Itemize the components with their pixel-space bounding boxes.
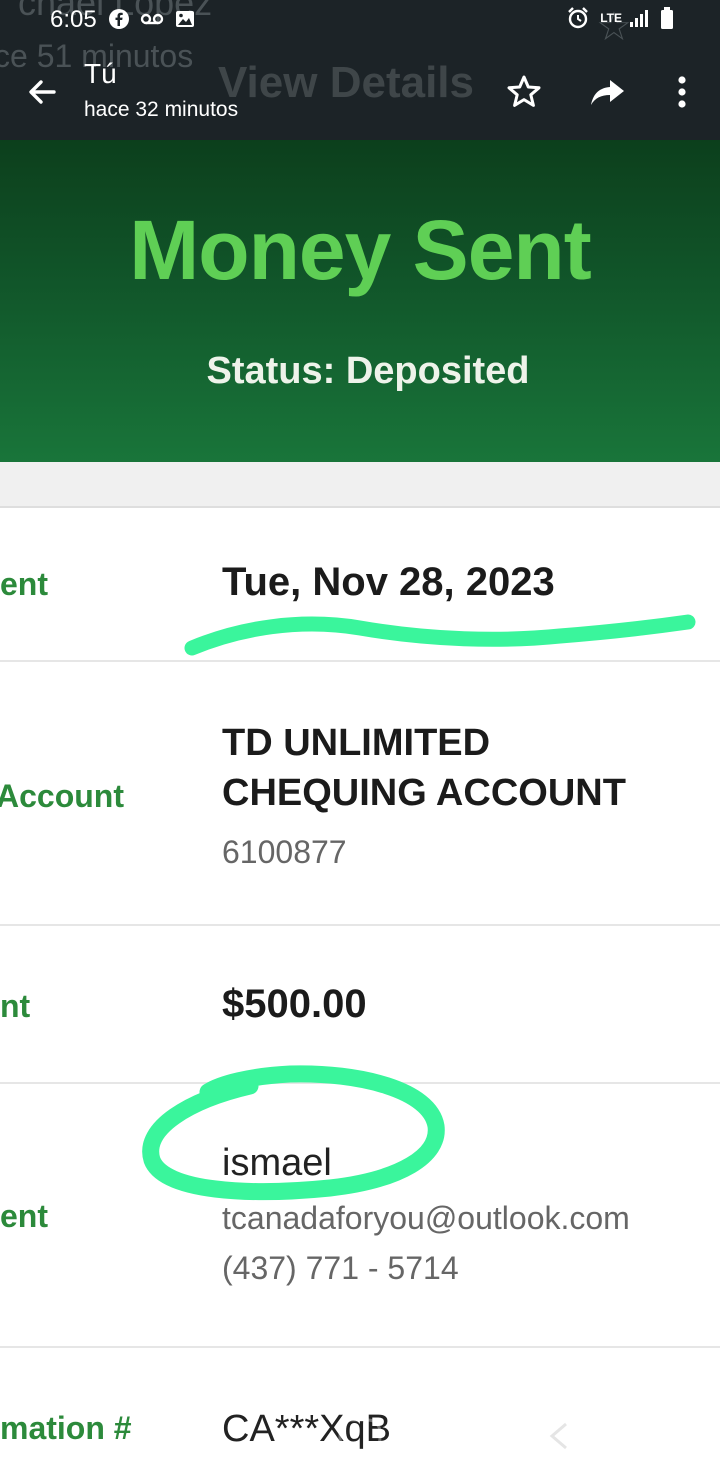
amount-label: nt — [0, 988, 31, 1024]
recipient-name: ismael — [222, 1142, 332, 1184]
date-label: ent — [0, 566, 48, 602]
account-number: 6100877 — [222, 834, 347, 870]
date-row: ent Tue, Nov 28, 2023 — [0, 508, 720, 662]
account-label: Account — [0, 778, 124, 814]
star-outline-icon — [507, 75, 541, 107]
voicemail-icon — [140, 13, 164, 25]
background-view-details: View Details — [218, 58, 474, 107]
app-bar: chael Lopez ce 51 minutos View Details ☆… — [0, 0, 720, 140]
recipient-label: ent — [0, 1198, 48, 1234]
section-divider — [0, 462, 720, 508]
signal-icon — [630, 10, 648, 27]
back-arrow-icon — [29, 80, 56, 104]
alarm-icon — [568, 7, 589, 29]
more-options-button[interactable] — [662, 72, 702, 112]
share-button[interactable] — [588, 72, 628, 112]
confirmation-label: mation # — [0, 1410, 132, 1446]
star-button[interactable] — [504, 72, 544, 112]
battery-icon — [661, 7, 673, 29]
account-name-line1: TD UNLIMITED — [222, 722, 491, 764]
confirmation-row: mation # CA***XqB — [0, 1348, 720, 1480]
status-notification-icons — [108, 8, 196, 30]
money-sent-banner: Money Sent Status: Deposited — [0, 140, 720, 462]
recipient-row: ent ismael tcanadaforyou@outlook.com (43… — [0, 1084, 720, 1348]
transfer-status: Status: Deposited — [206, 350, 530, 392]
recipient-phone: (437) 771 - 5714 — [222, 1250, 459, 1286]
back-button[interactable] — [24, 74, 60, 110]
image-icon — [176, 11, 194, 27]
confirmation-value: CA***XqB — [222, 1408, 391, 1450]
status-time: 6:05 — [50, 6, 97, 33]
share-icon — [591, 80, 624, 105]
amount-row: nt $500.00 — [0, 926, 720, 1084]
account-row: Account TD UNLIMITED CHEQUING ACCOUNT 61… — [0, 662, 720, 926]
amount-value: $500.00 — [222, 982, 367, 1026]
network-type-label: LTE — [600, 11, 622, 25]
date-value: Tue, Nov 28, 2023 — [222, 560, 555, 604]
status-system-icons: LTE — [566, 6, 674, 30]
sent-timestamp: hace 32 minutos — [84, 98, 239, 121]
more-vert-icon — [678, 76, 686, 108]
sender-name: Tú — [84, 58, 117, 89]
recipient-email: tcanadaforyou@outlook.com — [222, 1200, 630, 1236]
facebook-icon — [109, 9, 129, 29]
account-name-line2: CHEQUING ACCOUNT — [222, 772, 626, 814]
banner-title: Money Sent — [129, 203, 591, 297]
